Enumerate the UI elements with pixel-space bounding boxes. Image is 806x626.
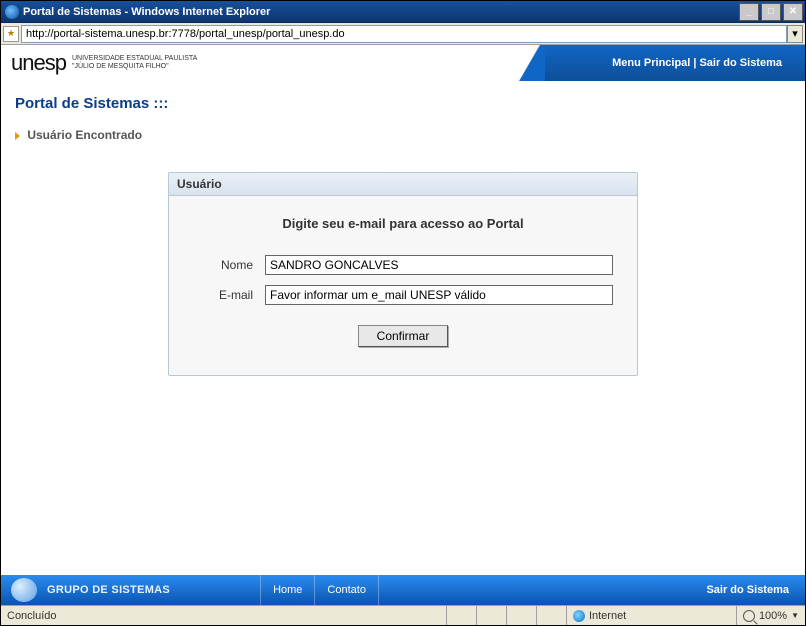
footer-nav: Home Contato — [260, 575, 379, 605]
security-zone: Internet — [567, 606, 737, 625]
header-nav: Menu Principal | Sair do Sistema — [545, 45, 805, 81]
status-slot-2 — [477, 606, 507, 625]
chevron-down-icon: ▼ — [791, 611, 799, 620]
browser-viewport: unesp UNIVERSIDADE ESTADUAL PAULISTA "JÚ… — [1, 45, 805, 605]
footer-title: GRUPO DE SISTEMAS — [47, 584, 170, 596]
footer-home-link[interactable]: Home — [260, 575, 314, 605]
input-nome[interactable] — [265, 255, 613, 275]
panel-instruction: Digite seu e-mail para acesso ao Portal — [193, 216, 613, 231]
label-nome: Nome — [193, 258, 265, 272]
label-email: E-mail — [193, 288, 265, 302]
panel-heading: Usuário — [169, 173, 637, 196]
page-content: Portal de Sistemas ::: Usuário Encontrad… — [1, 81, 805, 575]
page-icon: ★ — [3, 26, 19, 42]
site-header: unesp UNIVERSIDADE ESTADUAL PAULISTA "JÚ… — [1, 45, 805, 81]
close-button[interactable]: ✕ — [783, 3, 803, 21]
nav-menu-principal[interactable]: Menu Principal — [612, 57, 690, 69]
nav-separator: | — [693, 57, 696, 69]
confirmar-button[interactable]: Confirmar — [358, 325, 449, 347]
footer-right: Sair do Sistema — [706, 584, 805, 596]
status-done: Concluído — [1, 606, 447, 625]
logo-subtitle: UNIVERSIDADE ESTADUAL PAULISTA "JÚLIO DE… — [72, 55, 197, 70]
row-nome: Nome — [193, 255, 613, 275]
site-footer: GRUPO DE SISTEMAS Home Contato Sair do S… — [1, 575, 805, 605]
status-slot-3 — [507, 606, 537, 625]
usuario-panel: Usuário Digite seu e-mail para acesso ao… — [168, 172, 638, 376]
footer-contato-link[interactable]: Contato — [314, 575, 379, 605]
ie-status-bar: Concluído Internet 100% ▼ — [1, 605, 805, 625]
zoom-control[interactable]: 100% ▼ — [737, 610, 805, 622]
button-row: Confirmar — [193, 325, 613, 347]
window-controls: _ □ ✕ — [739, 3, 805, 21]
globe-icon — [11, 578, 37, 602]
internet-zone-icon — [573, 610, 585, 622]
page-subtitle: Usuário Encontrado — [15, 128, 791, 142]
address-dropdown-button[interactable]: ▾ — [787, 25, 803, 43]
address-input[interactable] — [21, 25, 787, 43]
chevron-down-icon: ▾ — [792, 27, 798, 40]
zoom-value: 100% — [759, 610, 787, 622]
row-email: E-mail — [193, 285, 613, 305]
panel-body: Digite seu e-mail para acesso ao Portal … — [169, 196, 637, 375]
triangle-icon — [15, 132, 20, 140]
window-titlebar: Portal de Sistemas - Windows Internet Ex… — [1, 1, 805, 23]
footer-sair-link[interactable]: Sair do Sistema — [706, 584, 789, 596]
status-slot-4 — [537, 606, 567, 625]
page-title: Portal de Sistemas ::: — [15, 95, 791, 112]
magnifier-icon — [743, 610, 755, 622]
maximize-button[interactable]: □ — [761, 3, 781, 21]
logo-text: unesp — [11, 50, 66, 76]
address-bar-row: ★ ▾ — [1, 23, 805, 45]
nav-sair-sistema[interactable]: Sair do Sistema — [699, 57, 782, 69]
logo-block: unesp UNIVERSIDADE ESTADUAL PAULISTA "JÚ… — [1, 50, 197, 76]
minimize-button[interactable]: _ — [739, 3, 759, 21]
ie-icon — [5, 5, 19, 19]
window-title: Portal de Sistemas - Windows Internet Ex… — [23, 6, 270, 18]
status-slot-1 — [447, 606, 477, 625]
input-email[interactable] — [265, 285, 613, 305]
